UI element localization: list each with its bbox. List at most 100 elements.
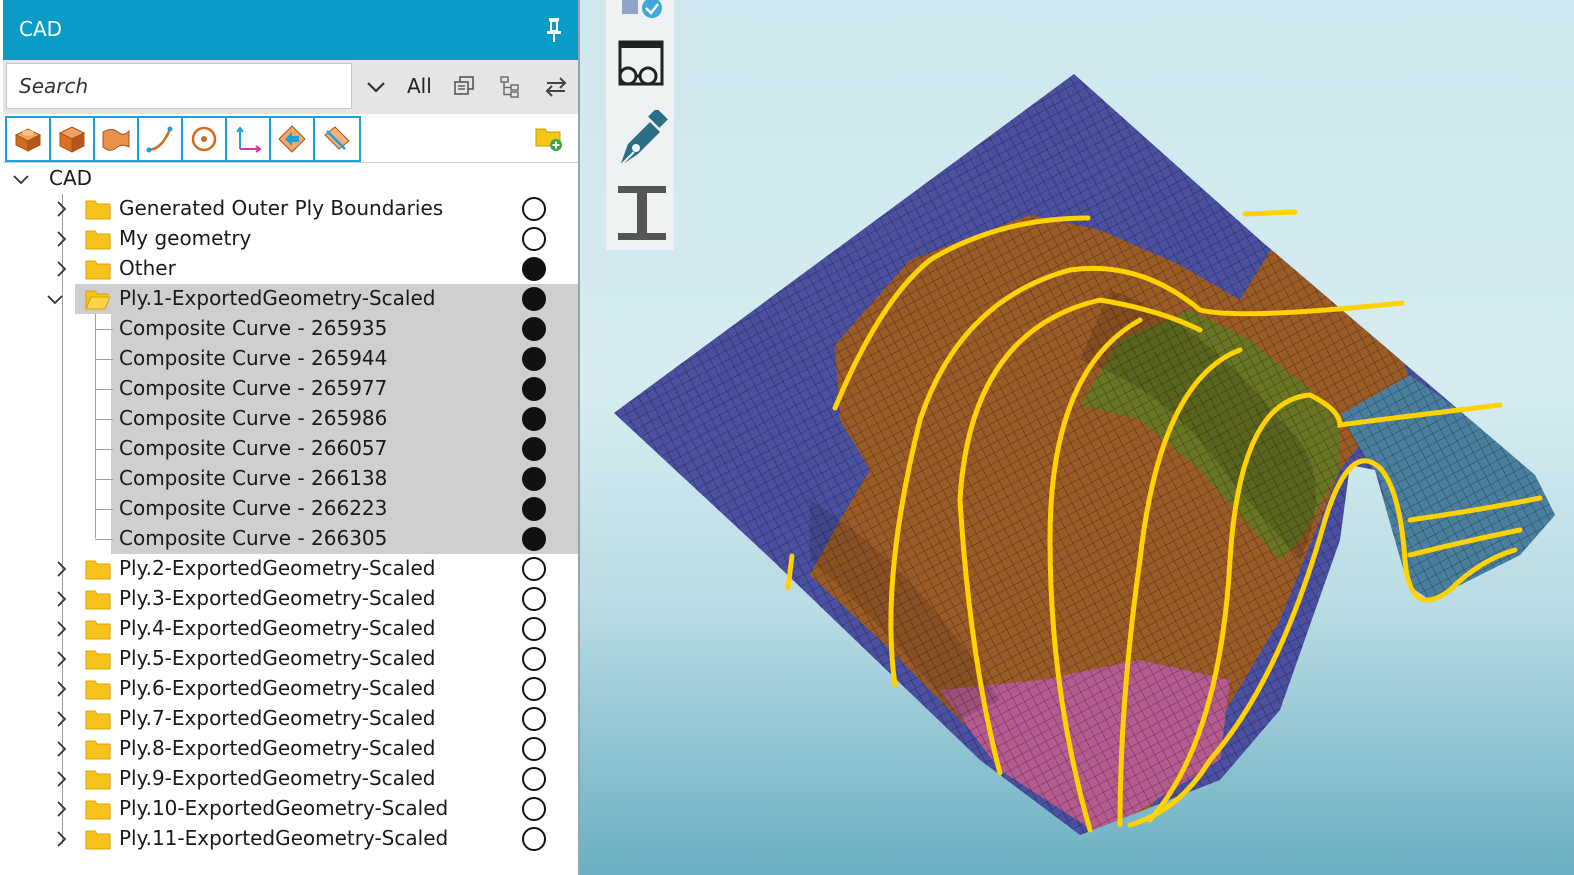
new-folder-icon[interactable]	[534, 124, 564, 152]
visibility-toggle[interactable]	[522, 227, 546, 251]
3d-viewport[interactable]	[580, 0, 1574, 875]
visibility-toggle[interactable]	[522, 407, 546, 431]
tree-item-ply-11[interactable]: Ply.11-ExportedGeometry-Scaled	[3, 824, 578, 854]
tree-item-ply-5[interactable]: Ply.5-ExportedGeometry-Scaled	[3, 644, 578, 674]
visibility-toggle[interactable]	[522, 767, 546, 791]
chevron-right-icon[interactable]	[53, 680, 69, 698]
cube-filter-button[interactable]	[51, 118, 95, 160]
tree-item-label: Composite Curve - 265935	[119, 316, 388, 340]
chevron-right-icon[interactable]	[53, 740, 69, 758]
tree-item-label: Composite Curve - 265977	[119, 376, 388, 400]
chevron-down-icon[interactable]	[13, 170, 29, 188]
solid-filter-button[interactable]	[7, 118, 51, 160]
point-filter-button[interactable]	[183, 118, 227, 160]
curve-icon	[146, 126, 173, 153]
visibility-toggle[interactable]	[522, 587, 546, 611]
folder-icon	[85, 800, 111, 820]
chevron-right-icon[interactable]	[53, 200, 69, 218]
chevron-right-icon[interactable]	[53, 800, 69, 818]
tree-item-ply-7[interactable]: Ply.7-ExportedGeometry-Scaled	[3, 704, 578, 734]
surface-filter-button[interactable]	[95, 118, 139, 160]
tree-item-my-geometry[interactable]: My geometry	[3, 224, 578, 254]
check-tool-icon[interactable]	[616, 0, 666, 24]
visibility-toggle[interactable]	[522, 617, 546, 641]
chevron-down-icon[interactable]	[47, 290, 63, 308]
chevron-right-icon[interactable]	[53, 560, 69, 578]
tree-item-composite-curve[interactable]: Composite Curve - 265935	[111, 314, 578, 344]
chevron-right-icon[interactable]	[53, 650, 69, 668]
tree-item-generated-outer-ply-boundaries[interactable]: Generated Outer Ply Boundaries	[3, 194, 578, 224]
tree-guide-line	[95, 312, 96, 538]
panel-title: CAD	[19, 17, 63, 41]
tree-item-ply-4[interactable]: Ply.4-ExportedGeometry-Scaled	[3, 614, 578, 644]
folder-open-icon	[85, 290, 111, 310]
hierarchy-icon[interactable]	[499, 75, 521, 99]
tree-guide-line	[95, 419, 113, 420]
visibility-toggle[interactable]	[522, 827, 546, 851]
tree-item-ply-9[interactable]: Ply.9-ExportedGeometry-Scaled	[3, 764, 578, 794]
tree-item-composite-curve[interactable]: Composite Curve - 266057	[111, 434, 578, 464]
composite-surface-model[interactable]	[580, 0, 1574, 875]
tree-item-ply-10[interactable]: Ply.10-ExportedGeometry-Scaled	[3, 794, 578, 824]
filter-all-button[interactable]: All	[407, 74, 432, 98]
chevron-right-icon[interactable]	[53, 260, 69, 278]
visibility-toggle[interactable]	[522, 677, 546, 701]
folder-icon	[85, 620, 111, 640]
visibility-toggle[interactable]	[522, 347, 546, 371]
pin-icon[interactable]	[544, 16, 564, 44]
visibility-toggle[interactable]	[522, 797, 546, 821]
visibility-toggle[interactable]	[522, 527, 546, 551]
visibility-toggle[interactable]	[522, 497, 546, 521]
tree-item-ply-8[interactable]: Ply.8-ExportedGeometry-Scaled	[3, 734, 578, 764]
search-input[interactable]	[6, 63, 352, 109]
tree-item-label: Composite Curve - 266223	[119, 496, 388, 520]
direction-filter-button[interactable]	[271, 118, 315, 160]
cube-icon	[58, 126, 86, 153]
tree-item-ply-6[interactable]: Ply.6-ExportedGeometry-Scaled	[3, 674, 578, 704]
tree-item-composite-curve[interactable]: Composite Curve - 266138	[111, 464, 578, 494]
visibility-toggle[interactable]	[522, 647, 546, 671]
folder-icon	[85, 740, 111, 760]
plane-filter-button[interactable]	[315, 118, 359, 160]
chevron-right-icon[interactable]	[53, 230, 69, 248]
visibility-toggle[interactable]	[522, 257, 546, 281]
tree-item-label: Ply.9-ExportedGeometry-Scaled	[119, 766, 436, 790]
visibility-toggle[interactable]	[522, 437, 546, 461]
chevron-right-icon[interactable]	[53, 620, 69, 638]
tree-item-composite-curve[interactable]: Composite Curve - 265977	[111, 374, 578, 404]
swap-arrows-icon[interactable]	[543, 75, 569, 99]
tree-item-composite-curve[interactable]: Composite Curve - 265986	[111, 404, 578, 434]
tree-item-ply-2[interactable]: Ply.2-ExportedGeometry-Scaled	[3, 554, 578, 584]
tree-item-label: Composite Curve - 265986	[119, 406, 388, 430]
viewport-side-toolbar	[606, 0, 674, 250]
chevron-right-icon[interactable]	[53, 770, 69, 788]
visibility-toggle[interactable]	[522, 467, 546, 491]
tree-item-composite-curve[interactable]: Composite Curve - 266305	[111, 524, 578, 554]
tree-item-ply-3[interactable]: Ply.3-ExportedGeometry-Scaled	[3, 584, 578, 614]
visibility-toggle[interactable]	[522, 737, 546, 761]
tree-item-other[interactable]: Other	[3, 254, 578, 284]
review-glasses-icon[interactable]	[614, 38, 668, 92]
visibility-toggle[interactable]	[522, 707, 546, 731]
axis-system-filter-button[interactable]	[227, 118, 271, 160]
composite-curve[interactable]	[1242, 209, 1298, 217]
visibility-toggle[interactable]	[522, 287, 546, 311]
tree-item-label: Ply.2-ExportedGeometry-Scaled	[119, 556, 436, 580]
pen-icon[interactable]	[614, 110, 670, 170]
tree-item-composite-curve[interactable]: Composite Curve - 265944	[111, 344, 578, 374]
copy-icon[interactable]	[453, 75, 475, 97]
visibility-toggle[interactable]	[522, 377, 546, 401]
tree-item-composite-curve[interactable]: Composite Curve - 266223	[111, 494, 578, 524]
visibility-toggle[interactable]	[522, 197, 546, 221]
visibility-toggle[interactable]	[522, 557, 546, 581]
tree-item-ply-1[interactable]: Ply.1-ExportedGeometry-Scaled	[75, 284, 578, 314]
visibility-toggle[interactable]	[522, 317, 546, 341]
chevron-right-icon[interactable]	[53, 710, 69, 728]
tree-guide-line	[95, 539, 113, 540]
curve-filter-button[interactable]	[139, 118, 183, 160]
chevron-down-icon[interactable]	[361, 72, 391, 102]
chevron-right-icon[interactable]	[53, 590, 69, 608]
i-beam-icon[interactable]	[614, 184, 670, 242]
chevron-right-icon[interactable]	[53, 830, 69, 848]
tree-root[interactable]: CAD	[3, 164, 578, 194]
